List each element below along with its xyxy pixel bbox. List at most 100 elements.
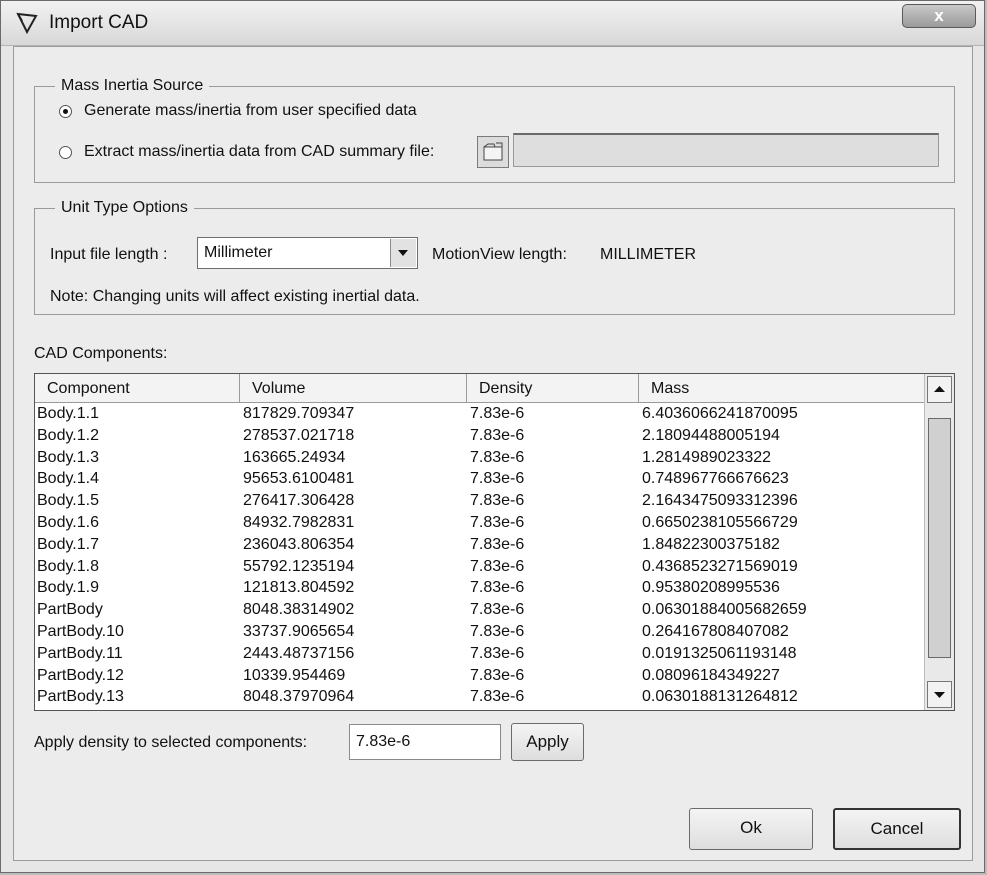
cell-density: 7.83e-6	[470, 405, 525, 422]
cell-component: PartBody.11	[37, 644, 123, 662]
radio-user-data-label[interactable]: Generate mass/inertia from user specifie…	[84, 102, 417, 120]
table-row[interactable]: Body.1.8 55792.1235194 7.83e-6 0.4368523271…	[35, 556, 925, 578]
cell-density: 7.83e-6	[470, 513, 525, 531]
scroll-up-button[interactable]	[927, 376, 952, 403]
arrow-up-icon	[934, 386, 945, 392]
cell-volume: 2443.48737156	[243, 644, 355, 662]
cell-component: Body.1.7	[37, 535, 99, 553]
cell-density: 7.83e-6	[470, 557, 525, 575]
unit-type-legend: Unit Type Options	[61, 199, 188, 216]
cell-mass: 0.0630188131264812	[642, 688, 798, 706]
cell-volume: 163665.24934	[243, 448, 346, 466]
cell-component: Body.1.6	[37, 513, 99, 531]
cell-component: Body.1.4	[37, 470, 99, 488]
cell-component: Body.1.9	[37, 579, 99, 597]
scroll-down-button[interactable]	[927, 681, 952, 708]
table-row[interactable]: Body.1.5 276417.306428 7.83e-6 2.1643475093…	[35, 490, 925, 512]
cell-mass: 0.6650238105566729	[642, 513, 798, 531]
table-body: Body.1.1 817829.709347 7.83e-6 6.4036066241…	[35, 403, 925, 708]
table-row[interactable]: Body.1.3 163665.24934 7.83e-6 1.28149890233…	[35, 447, 925, 469]
cell-volume: 8048.37970964	[243, 688, 355, 706]
scroll-thumb[interactable]	[928, 418, 951, 658]
table-scrollbar[interactable]	[924, 374, 954, 710]
summary-file-field[interactable]	[513, 133, 939, 167]
cad-components-label: CAD Components:	[34, 345, 168, 362]
cell-volume: 8048.38314902	[243, 601, 355, 619]
input-length-value: Millimeter	[204, 244, 273, 261]
input-length-select[interactable]: Millimeter	[197, 237, 418, 269]
cell-density: 7.83e-6	[470, 579, 525, 597]
table-row[interactable]: PartBody.12 10339.954469 7.83e-6 0.08096184…	[35, 665, 925, 687]
radio-user-data[interactable]	[59, 105, 72, 118]
table-row[interactable]: PartBody.10 33737.9065654 7.83e-6 0.2641678…	[35, 621, 925, 643]
table-row[interactable]: Body.1.1 817829.709347 7.83e-6 6.4036066241…	[35, 403, 925, 425]
components-table[interactable]: Component Volume Density Mass Body.1.1 81…	[34, 373, 955, 711]
cell-mass: 0.95380208995536	[642, 579, 780, 597]
cell-density: 7.83e-6	[470, 426, 525, 444]
table-row[interactable]: PartBody.13 8048.37970964 7.83e-6 0.0630188…	[35, 686, 925, 708]
table-row[interactable]: PartBody 8048.38314902 7.83e-6 0.0630188400…	[35, 599, 925, 621]
cell-density: 7.83e-6	[470, 622, 525, 640]
table-row[interactable]: Body.1.9 121813.804592 7.83e-6 0.9538020899…	[35, 577, 925, 599]
cell-component: PartBody.10	[37, 622, 124, 640]
apply-button[interactable]: Apply	[511, 723, 584, 761]
column-header-density[interactable]: Density	[467, 374, 639, 402]
cell-volume: 278537.021718	[243, 426, 355, 444]
cell-density: 7.83e-6	[470, 470, 525, 488]
dropdown-button[interactable]	[390, 239, 416, 267]
table-row[interactable]: Body.1.6 84932.7982831 7.83e-6 0.6650238105…	[35, 512, 925, 534]
column-header-mass[interactable]: Mass	[639, 374, 925, 402]
ok-button[interactable]: Ok	[689, 808, 813, 850]
cell-component: PartBody	[37, 601, 103, 619]
cell-mass: 0.4368523271569019	[642, 557, 798, 575]
import-cad-dialog: Import CAD x Mass Inertia Source Generat…	[0, 0, 985, 873]
cell-volume: 55792.1235194	[243, 557, 355, 575]
cell-mass: 2.18094488005194	[642, 426, 780, 444]
cancel-button[interactable]: Cancel	[833, 808, 961, 850]
input-length-label: Input file length :	[50, 246, 168, 263]
table-row[interactable]: Body.1.4 95653.6100481 7.83e-6 0.7489677666…	[35, 468, 925, 490]
cell-volume: 84932.7982831	[243, 513, 355, 531]
cell-mass: 0.08096184349227	[642, 666, 780, 684]
cell-mass: 1.84822300375182	[642, 535, 780, 553]
browse-file-button[interactable]	[477, 136, 509, 168]
arrow-down-icon	[934, 692, 945, 698]
folder-icon	[483, 142, 503, 161]
column-header-volume[interactable]: Volume	[240, 374, 467, 402]
cell-mass: 1.2814989023322	[642, 448, 772, 466]
cell-volume: 95653.6100481	[243, 470, 355, 488]
cell-mass: 2.1643475093312396	[642, 492, 798, 510]
cell-volume: 817829.709347	[243, 405, 355, 422]
title-bar[interactable]: Import CAD x	[1, 1, 984, 46]
radio-cad-summary-label[interactable]: Extract mass/inertia data from CAD summa…	[84, 143, 434, 161]
cell-density: 7.83e-6	[470, 688, 525, 706]
cell-density: 7.83e-6	[470, 644, 525, 662]
cell-component: Body.1.2	[37, 426, 99, 444]
cell-density: 7.83e-6	[470, 666, 525, 684]
table-row[interactable]: PartBody.11 2443.48737156 7.83e-6 0.0191325…	[35, 643, 925, 665]
cell-volume: 33737.9065654	[243, 622, 355, 640]
radio-cad-summary[interactable]	[59, 146, 72, 159]
motionview-length-label: MotionView length:	[432, 246, 567, 263]
cell-density: 7.83e-6	[470, 492, 525, 510]
window-title: Import CAD	[49, 12, 149, 33]
close-button[interactable]: x	[902, 4, 976, 28]
table-row[interactable]: Body.1.7 236043.806354 7.83e-6 1.8482230037…	[35, 534, 925, 556]
apply-density-label: Apply density to selected components:	[34, 734, 308, 751]
column-header-component[interactable]: Component	[35, 374, 240, 402]
cell-density: 7.83e-6	[470, 601, 525, 619]
table-row[interactable]: Body.1.2 278537.021718 7.83e-6 2.1809448800…	[35, 425, 925, 447]
motionview-length-value: MILLIMETER	[600, 246, 697, 263]
cell-mass: 0.06301884005682659	[642, 601, 807, 619]
cell-mass: 0.748967766676623	[642, 470, 789, 488]
cell-volume: 236043.806354	[243, 535, 355, 553]
cell-volume: 276417.306428	[243, 492, 355, 510]
dialog-body: Mass Inertia Source Generate mass/inerti…	[13, 46, 973, 861]
cell-mass: 6.4036066241870095	[642, 405, 798, 422]
cell-volume: 10339.954469	[243, 666, 346, 684]
cell-component: Body.1.8	[37, 557, 99, 575]
cell-component: Body.1.5	[37, 492, 99, 510]
cell-component: PartBody.13	[37, 688, 124, 706]
density-input[interactable]: 7.83e-6	[349, 724, 501, 760]
units-note: Note: Changing units will affect existin…	[50, 288, 420, 305]
